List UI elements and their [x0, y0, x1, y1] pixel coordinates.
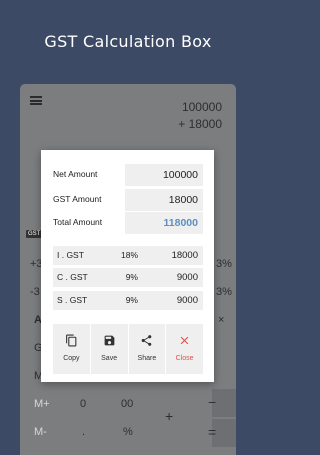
close-button[interactable]: Close	[166, 324, 203, 374]
save-button[interactable]: Save	[90, 324, 128, 374]
gst-amount-row: GST Amount 18000	[53, 189, 203, 211]
tax-amount: 18000	[171, 250, 198, 261]
menu-icon[interactable]	[30, 96, 42, 105]
tax-amount: 9000	[176, 272, 198, 283]
key-pct-right-1[interactable]: 3%	[216, 258, 232, 270]
close-label: Close	[175, 355, 194, 362]
share-button[interactable]: Share	[128, 324, 166, 374]
key-percent[interactable]: %	[123, 426, 133, 438]
key-pct-right-2[interactable]: 3%	[216, 286, 232, 298]
save-label: Save	[101, 355, 118, 362]
tax-rate: 18%	[120, 250, 138, 260]
net-amount-value: 100000	[125, 164, 203, 186]
close-icon	[180, 336, 189, 345]
tax-amount: 9000	[176, 295, 198, 306]
tax-name: C . GST	[57, 272, 88, 282]
key-dot[interactable]: .	[82, 426, 85, 438]
total-amount-value: 118000	[125, 212, 203, 234]
key-mminus[interactable]: M-	[34, 426, 47, 438]
tax-rate: 9%	[125, 272, 138, 282]
tax-name: I . GST	[57, 250, 84, 260]
tax-name: S . GST	[57, 295, 88, 305]
share-icon	[142, 335, 152, 346]
banner-title: GST Calculation Box	[44, 32, 212, 51]
tax-row-sgst: S . GST 9% 9000	[53, 291, 203, 310]
gst-amount-value: 18000	[125, 189, 203, 211]
copy-icon	[65, 334, 77, 347]
key-plus[interactable]: +	[165, 408, 173, 424]
share-label: Share	[137, 355, 157, 362]
net-amount-row: Net Amount 100000	[53, 164, 203, 186]
expression-line-2: + 18000	[178, 117, 222, 131]
key-mplus[interactable]: M+	[34, 398, 50, 410]
copy-label: Copy	[63, 355, 80, 362]
total-amount-label: Total Amount	[53, 217, 103, 227]
save-icon	[104, 335, 114, 346]
key-times[interactable]: ×	[218, 314, 224, 326]
net-amount-label: Net Amount	[53, 169, 98, 179]
tax-rate: 9%	[125, 295, 138, 305]
gst-dialog: Net Amount 100000 GST Amount 18000 Total…	[41, 150, 214, 382]
copy-button[interactable]: Copy	[53, 324, 90, 374]
key-double-zero[interactable]: 00	[121, 398, 133, 410]
key-minus[interactable]: −	[208, 394, 216, 410]
expression-line-1: 100000	[181, 100, 222, 114]
key-equals[interactable]: =	[208, 424, 216, 440]
total-amount-row: Total Amount 118000	[53, 212, 203, 234]
tax-row-cgst: C . GST 9% 9000	[53, 268, 203, 287]
key-minus3[interactable]: -3	[30, 286, 40, 298]
key-zero[interactable]: 0	[80, 398, 86, 410]
gst-tag: GST	[26, 230, 43, 238]
tax-row-igst: I . GST 18% 18000	[53, 246, 203, 265]
dialog-actions: Copy Save Share Close	[53, 324, 203, 374]
gst-amount-label: GST Amount	[53, 194, 102, 204]
